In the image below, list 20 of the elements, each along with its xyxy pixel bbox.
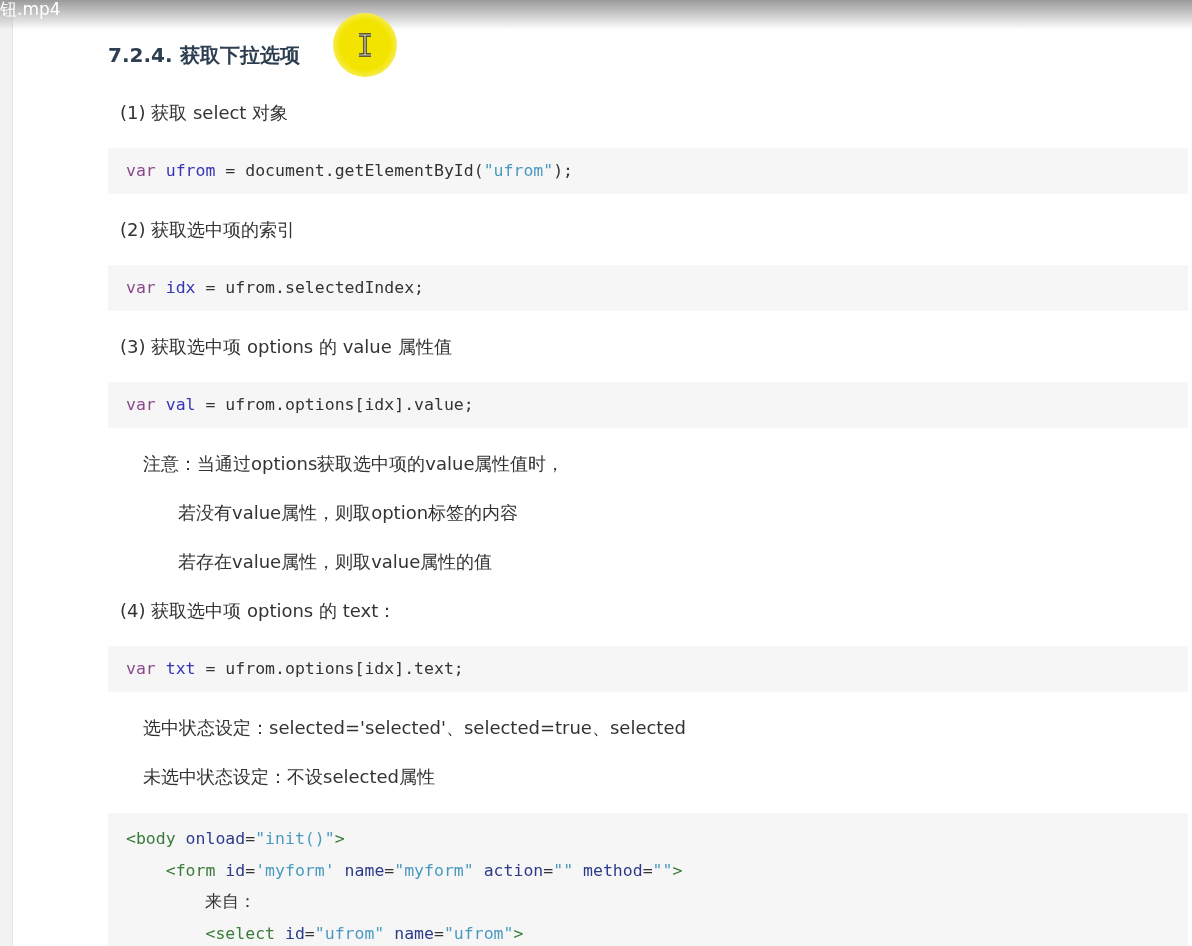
note-text: 若没有value属性，则取option标签的内容 [178, 501, 520, 525]
step-text: (3) 获取选中项 options 的 value 属性值 [120, 335, 453, 359]
text-cursor-icon [357, 33, 373, 57]
code-line: 来自： [204, 891, 258, 913]
code-line: var val = ufrom.options[idx].value; [126, 394, 475, 416]
section-heading: 7.2.4. 获取下拉选项 [108, 42, 300, 69]
code-line: var txt = ufrom.options[idx].text; [126, 658, 465, 680]
code-line: <form id='myform' name="myform" action="" method=""> [164, 859, 684, 882]
code-line: <select id="ufrom" name="ufrom"> [204, 922, 525, 945]
note-text: 未选中状态设定：不设selected属性 [143, 765, 436, 789]
code-line: var ufrom = document.getElementById("ufrom"); [126, 160, 575, 182]
video-title: 钮.mp4 [0, 0, 61, 18]
note-text: 注意：当通过options获取选中项的value属性值时， [143, 452, 566, 476]
code-line: var idx = ufrom.selectedIndex; [126, 277, 426, 299]
step-text: (1) 获取 select 对象 [120, 101, 290, 125]
code-line: <body onload="init()"> [126, 828, 346, 850]
note-text: 若存在value属性，则取value属性的值 [178, 550, 494, 574]
step-text: (2) 获取选中项的索引 [120, 218, 297, 242]
note-text: 选中状态设定：selected='selected'、selected=true、selected [143, 716, 687, 740]
step-text: (4) 获取选中项 options 的 text： [120, 599, 398, 623]
